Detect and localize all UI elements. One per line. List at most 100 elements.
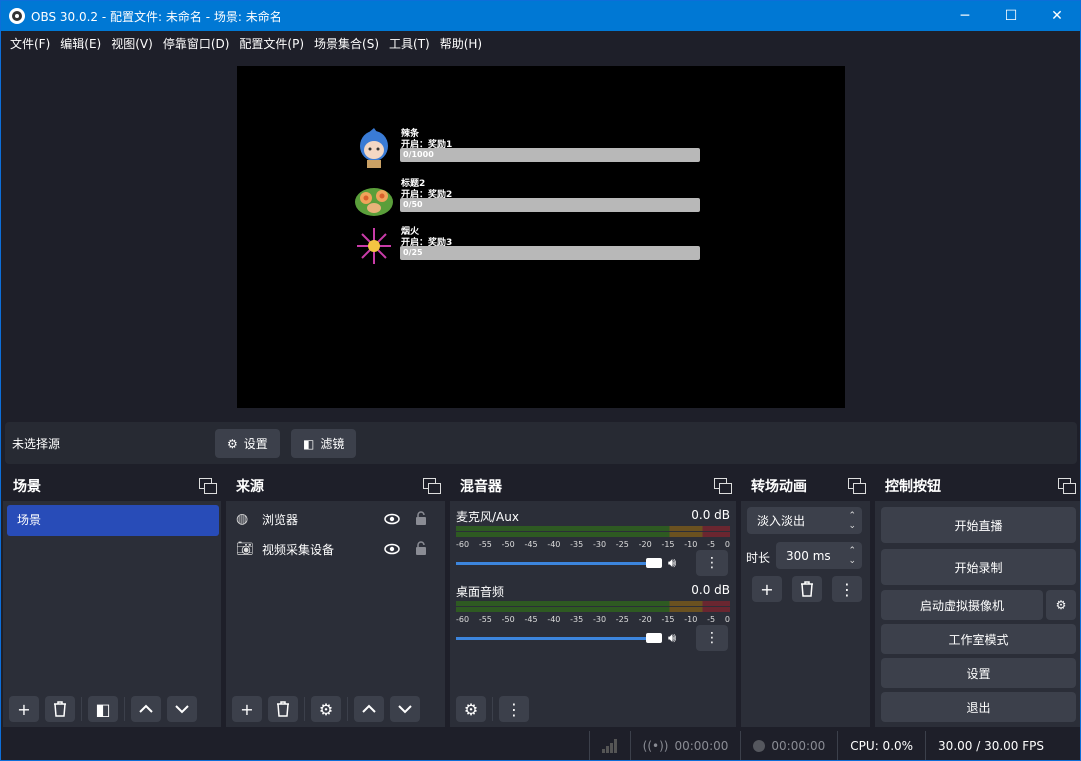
- duration-spinbox[interactable]: 300 ms ⌃ ⌄: [776, 542, 862, 569]
- channel-name: 桌面音频: [456, 585, 505, 599]
- remove-transition-button[interactable]: [792, 576, 822, 602]
- add-transition-button[interactable]: +: [752, 576, 782, 602]
- volume-slider-handle[interactable]: [646, 558, 662, 568]
- source-name: 浏览器: [262, 512, 299, 527]
- source-filters-button[interactable]: ◧ 滤镜: [291, 429, 357, 458]
- source-list-item[interactable]: 📷︎ 视频采集设备: [236, 535, 446, 563]
- signal-bars-icon: [601, 738, 617, 753]
- add-source-button[interactable]: +: [232, 696, 262, 722]
- undock-icon[interactable]: [848, 478, 866, 494]
- lock-icon[interactable]: [414, 510, 428, 526]
- filter-icon: ◧: [95, 699, 111, 719]
- undock-icon[interactable]: [423, 478, 441, 494]
- duration-value: 300 ms: [786, 548, 831, 563]
- menu-tools[interactable]: 工具(T): [384, 31, 435, 57]
- duration-label: 时长: [746, 551, 771, 565]
- move-scene-up-button[interactable]: [131, 696, 161, 722]
- sources-list: ◍ 浏览器 📷︎ 视频采集设备 + ⚙: [226, 501, 445, 727]
- scene-list-item[interactable]: 场景: [7, 505, 219, 536]
- channel-menu-button[interactable]: ⋮: [696, 550, 728, 576]
- undock-icon[interactable]: [199, 478, 217, 494]
- virtual-camera-settings-button[interactable]: ⚙: [1046, 590, 1076, 620]
- channel-menu-button[interactable]: ⋮: [696, 625, 728, 651]
- menu-profile[interactable]: 配置文件(P): [234, 31, 309, 57]
- menu-scene-collection[interactable]: 场景集合(S): [309, 31, 384, 57]
- source-filters-label: 滤镜: [320, 437, 345, 451]
- speaker-icon[interactable]: 🔊︎: [668, 631, 676, 646]
- record-dot-icon: [753, 739, 766, 752]
- preview-canvas[interactable]: 辣条 开启：奖励1 0/1000 标题2 开启：奖励2 0/50 烟火 开启：奖…: [237, 66, 845, 408]
- scenes-dock-header: 场景: [3, 470, 221, 501]
- goal-progress-bar: 0/25: [400, 246, 700, 260]
- start-virtual-camera-button[interactable]: 启动虚拟摄像机: [881, 590, 1043, 620]
- gear-icon: ⚙: [318, 699, 334, 719]
- visibility-eye-icon[interactable]: [384, 541, 400, 557]
- mixer-body: 麦克风/Aux 0.0 dB -60 -55 -50 -45 -40 -35 -30 -25-…: [450, 501, 736, 727]
- no-source-label: 未选择源: [12, 437, 61, 451]
- filter-icon: ◧: [303, 436, 315, 451]
- menu-help[interactable]: 帮助(H): [435, 31, 487, 57]
- menu-docks[interactable]: 停靠窗口(D): [158, 31, 235, 57]
- move-source-down-button[interactable]: [390, 696, 420, 722]
- kebab-menu-icon: ⋮: [839, 579, 855, 599]
- transitions-dock-title: 转场动画: [751, 478, 807, 495]
- move-source-up-button[interactable]: [354, 696, 384, 722]
- transitions-dock-header: 转场动画: [741, 470, 870, 501]
- source-list-item[interactable]: ◍ 浏览器: [236, 505, 446, 533]
- preview-area: 辣条 开启：奖励1 0/1000 标题2 开启：奖励2 0/50 烟火 开启：奖…: [1, 57, 1080, 419]
- kebab-menu-icon: ⋮: [506, 699, 522, 719]
- chevron-down-icon: [175, 705, 189, 714]
- stream-status: ((•)) 00:00:00: [629, 731, 741, 760]
- source-properties-button[interactable]: ⚙: [311, 696, 341, 722]
- volume-slider[interactable]: [456, 562, 656, 565]
- gears-icon: ⚙: [463, 699, 479, 719]
- visibility-eye-icon[interactable]: [384, 511, 400, 527]
- move-scene-down-button[interactable]: [167, 696, 197, 722]
- network-status: [588, 731, 630, 760]
- close-button[interactable]: ✕: [1034, 1, 1080, 31]
- minimize-button[interactable]: ─: [942, 1, 988, 31]
- maximize-button[interactable]: ☐: [988, 1, 1034, 31]
- start-recording-button[interactable]: 开始录制: [881, 549, 1076, 585]
- menu-view[interactable]: 视图(V): [106, 31, 158, 57]
- volume-slider-handle[interactable]: [646, 633, 662, 643]
- menu-edit[interactable]: 编辑(E): [55, 31, 106, 57]
- menu-file[interactable]: 文件(F): [5, 31, 55, 57]
- mixer-menu-button[interactable]: ⋮: [499, 696, 529, 722]
- remove-scene-button[interactable]: [45, 696, 75, 722]
- remove-source-button[interactable]: [268, 696, 298, 722]
- undock-icon[interactable]: [1058, 478, 1076, 494]
- obs-main-window: OBS 30.0.2 - 配置文件: 未命名 - 场景: 未命名 ─ ☐ ✕ 文…: [0, 0, 1081, 761]
- channel-db: 0.0 dB: [691, 508, 730, 522]
- transition-menu-button[interactable]: ⋮: [832, 576, 862, 602]
- sources-dock-title: 来源: [236, 478, 264, 495]
- lock-icon[interactable]: [414, 540, 428, 556]
- obs-logo-icon: [9, 8, 25, 24]
- source-settings-button[interactable]: ⚙ 设置: [215, 429, 280, 458]
- record-time: 00:00:00: [771, 738, 826, 753]
- scene-filters-button[interactable]: ◧: [88, 696, 118, 722]
- transition-select[interactable]: 淡入淡出 ⌃ ⌄: [747, 507, 862, 534]
- status-bar: ((•)) 00:00:00 00:00:00 CPU: 0.0% 30.00 …: [1, 731, 1080, 760]
- source-toolbar: 未选择源 ⚙ 设置 ◧ 滤镜: [5, 422, 1077, 464]
- sources-toolbar: + ⚙: [226, 691, 445, 727]
- add-scene-button[interactable]: +: [9, 696, 39, 722]
- exit-button[interactable]: 退出: [881, 692, 1076, 722]
- settings-button[interactable]: 设置: [881, 658, 1076, 688]
- speaker-icon[interactable]: 🔊︎: [668, 556, 676, 571]
- goal-item: 辣条 开启：奖励1 0/1000: [353, 126, 703, 170]
- mixer-channel: 麦克风/Aux 0.0 dB -60 -55 -50 -45 -40 -35 -30 -25-…: [456, 508, 730, 578]
- camera-icon: 📷︎: [236, 541, 254, 557]
- scenes-dock: 场景 场景 + ◧: [3, 470, 221, 727]
- studio-mode-button[interactable]: 工作室模式: [881, 624, 1076, 654]
- sources-dock: 来源 ◍ 浏览器 📷︎ 视频采集设备 + ⚙: [226, 470, 445, 727]
- stream-time: 00:00:00: [674, 738, 729, 753]
- start-streaming-button[interactable]: 开始直播: [881, 507, 1076, 543]
- broadcast-icon: ((•)): [642, 738, 669, 753]
- mixer-toolbar: ⚙ ⋮: [450, 691, 736, 727]
- advanced-audio-button[interactable]: ⚙: [456, 696, 486, 722]
- undock-icon[interactable]: [714, 478, 732, 494]
- volume-slider[interactable]: [456, 637, 656, 640]
- gear-icon: ⚙: [227, 436, 238, 451]
- source-settings-label: 设置: [243, 437, 268, 451]
